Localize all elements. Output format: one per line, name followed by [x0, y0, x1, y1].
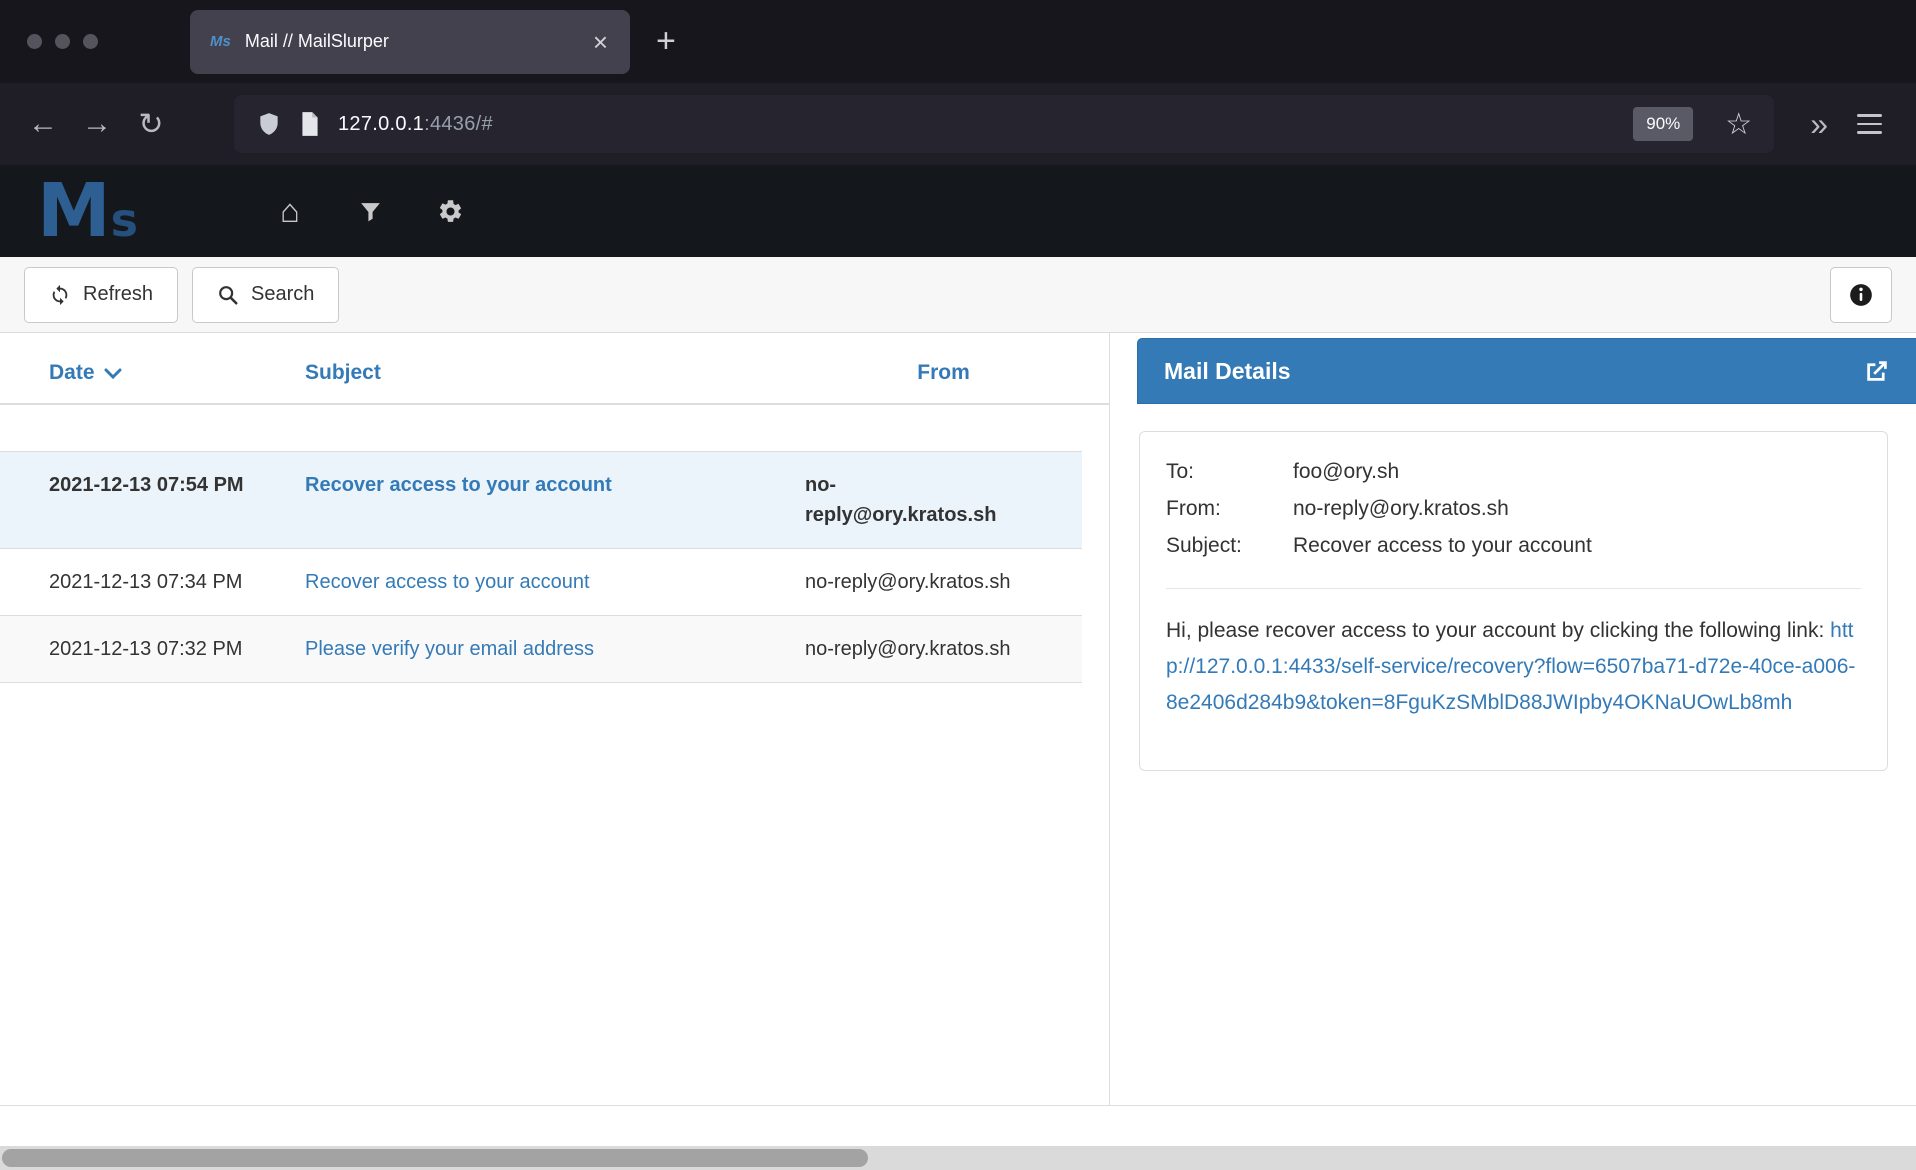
to-value: foo@ory.sh	[1293, 454, 1861, 491]
from-label: From:	[1166, 491, 1293, 528]
home-icon[interactable]: ⌂	[267, 188, 313, 234]
mail-date: 2021-12-13 07:32 PM	[0, 634, 285, 664]
main-content: Date Subject From 2021-12-13 07:54 PM Re…	[0, 333, 1916, 1105]
mail-from: no-reply@ory.kratos.sh	[805, 567, 1082, 597]
window-controls	[27, 34, 98, 49]
mail-details-header: Mail Details	[1137, 338, 1916, 404]
column-header-from: From	[805, 361, 1082, 385]
mail-from: no-reply@ory.kratos.sh	[805, 470, 1082, 530]
browser-tab-bar: Ms Mail // MailSlurper × +	[0, 0, 1916, 83]
mail-subject-link[interactable]: Recover access to your account	[285, 470, 805, 530]
menu-button[interactable]	[1839, 114, 1900, 134]
filter-icon[interactable]	[347, 188, 393, 234]
app-nav-icons: ⌂	[267, 188, 473, 234]
mail-date: 2021-12-13 07:54 PM	[0, 470, 285, 530]
from-value: no-reply@ory.kratos.sh	[1293, 491, 1861, 528]
mail-subject-link[interactable]: Recover access to your account	[285, 567, 805, 597]
field-row-subject: Subject: Recover access to your account	[1166, 528, 1861, 565]
refresh-button-label: Refresh	[83, 283, 153, 306]
window-control-dot[interactable]	[55, 34, 70, 49]
tab-favicon-icon: Ms	[210, 33, 231, 50]
url-text: 127.0.0.1:4436/#	[338, 113, 493, 136]
mail-subject-link[interactable]: Please verify your email address	[285, 634, 805, 664]
mail-from: no-reply@ory.kratos.sh	[805, 634, 1082, 664]
column-header-date[interactable]: Date	[0, 361, 285, 385]
to-label: To:	[1166, 454, 1293, 491]
search-button[interactable]: Search	[192, 267, 339, 323]
mail-details-pane: Mail Details To: foo@ory.sh From: no-rep…	[1110, 333, 1916, 1105]
url-host: 127.0.0.1	[338, 113, 424, 135]
shield-icon[interactable]	[256, 111, 282, 137]
info-icon	[1848, 282, 1874, 308]
url-path: :4436/#	[424, 113, 493, 135]
search-icon	[217, 284, 239, 306]
field-row-to: To: foo@ory.sh	[1166, 454, 1861, 491]
date-header-label: Date	[49, 361, 95, 385]
refresh-button[interactable]: Refresh	[24, 267, 178, 323]
tab-close-icon[interactable]: ×	[585, 27, 616, 57]
mail-row[interactable]: 2021-12-13 07:32 PM Please verify your e…	[0, 616, 1082, 683]
app-header: Ms ⌂	[0, 165, 1916, 257]
reload-button[interactable]: ↻	[124, 97, 178, 151]
field-row-from: From: no-reply@ory.kratos.sh	[1166, 491, 1861, 528]
toolbar: Refresh Search	[0, 257, 1916, 333]
logo-letter-m: M	[37, 168, 111, 254]
address-bar[interactable]: 127.0.0.1:4436/# 90% ☆	[234, 95, 1774, 153]
mail-details-title: Mail Details	[1164, 358, 1291, 385]
search-button-label: Search	[251, 283, 314, 306]
mail-row[interactable]: 2021-12-13 07:34 PM Recover access to yo…	[0, 549, 1082, 616]
horizontal-scrollbar-thumb[interactable]	[2, 1149, 868, 1167]
new-tab-button[interactable]: +	[656, 22, 676, 61]
window-control-dot[interactable]	[83, 34, 98, 49]
refresh-icon	[49, 284, 71, 306]
window-control-dot[interactable]	[27, 34, 42, 49]
bottom-strip	[0, 1105, 1916, 1146]
settings-gear-icon[interactable]	[427, 188, 473, 234]
mail-date: 2021-12-13 07:34 PM	[0, 567, 285, 597]
back-button[interactable]: ←	[16, 97, 70, 151]
horizontal-scrollbar-track[interactable]	[0, 1146, 1916, 1170]
mail-body: Hi, please recover access to your accoun…	[1166, 613, 1861, 720]
mail-details-card: To: foo@ory.sh From: no-reply@ory.kratos…	[1139, 431, 1888, 771]
mail-list-header: Date Subject From	[0, 361, 1109, 405]
divider	[1166, 588, 1861, 589]
subject-label: Subject:	[1166, 528, 1293, 565]
sort-chevron-down-icon	[104, 368, 122, 379]
mail-body-text: Hi, please recover access to your accoun…	[1166, 619, 1830, 642]
bookmark-star-icon[interactable]: ☆	[1725, 107, 1752, 142]
browser-nav-bar: ← → ↻ 127.0.0.1:4436/# 90% ☆ »	[0, 83, 1916, 165]
mail-rows: 2021-12-13 07:54 PM Recover access to yo…	[0, 451, 1082, 683]
zoom-indicator[interactable]: 90%	[1633, 107, 1693, 141]
forward-button[interactable]: →	[70, 97, 124, 151]
page-icon[interactable]	[298, 111, 322, 137]
mail-row[interactable]: 2021-12-13 07:54 PM Recover access to yo…	[0, 452, 1082, 549]
column-header-subject: Subject	[285, 361, 805, 385]
mailslurper-logo: Ms	[37, 174, 267, 248]
browser-tab[interactable]: Ms Mail // MailSlurper ×	[190, 10, 630, 74]
subject-value: Recover access to your account	[1293, 528, 1861, 565]
open-external-icon[interactable]	[1864, 358, 1890, 384]
tab-title: Mail // MailSlurper	[245, 31, 585, 52]
logo-letter-s: s	[111, 193, 138, 247]
info-button[interactable]	[1830, 267, 1892, 323]
mail-list-pane: Date Subject From 2021-12-13 07:54 PM Re…	[0, 333, 1110, 1105]
overflow-menu-button[interactable]: »	[1796, 106, 1839, 143]
